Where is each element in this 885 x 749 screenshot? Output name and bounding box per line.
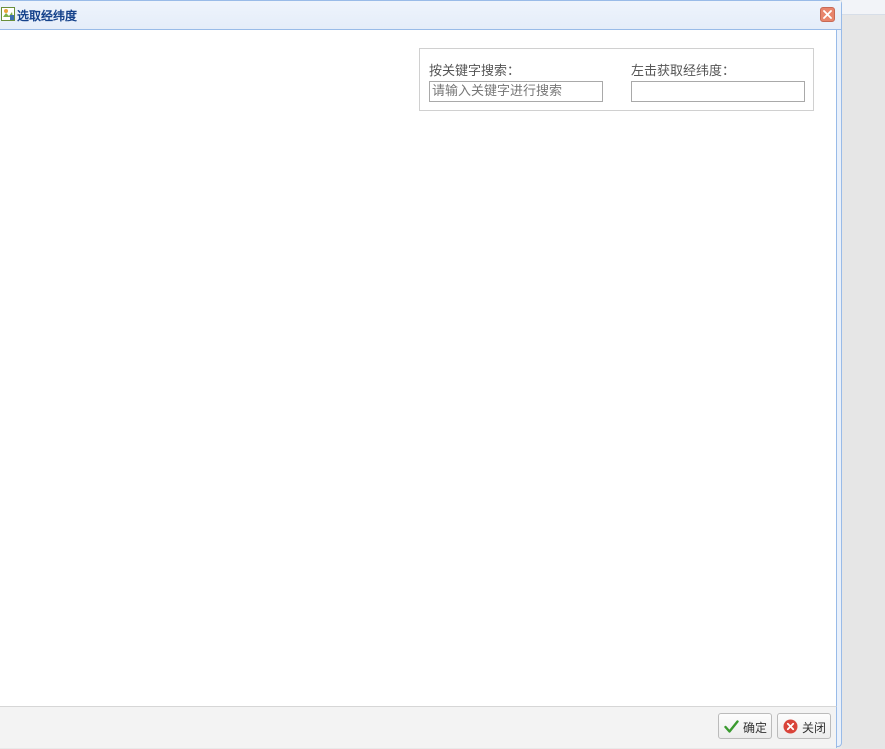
close-button-label: 关闭: [802, 721, 827, 735]
check-icon: [724, 719, 739, 734]
dialog-title: 选取经纬度: [17, 9, 78, 23]
latlng-input[interactable]: [631, 81, 805, 102]
map-pin-icon: [1, 7, 15, 21]
latlng-label: 左击获取经纬度：: [631, 64, 736, 79]
cancel-icon: [783, 719, 798, 734]
background-header-strip: [842, 0, 885, 15]
close-button[interactable]: 关闭: [777, 713, 831, 739]
search-panel: 按关键字搜索： 左击获取经纬度：: [419, 48, 814, 111]
dialog-titlebar[interactable]: 选取经纬度: [0, 1, 841, 30]
latlng-picker-dialog: 选取经纬度 按关键字搜索： 左击获取经纬度： 确定: [0, 0, 842, 748]
confirm-button[interactable]: 确定: [718, 713, 772, 739]
close-icon: [823, 10, 832, 19]
background-area: [842, 0, 885, 749]
dialog-footer: 确定 关闭: [0, 706, 837, 748]
keyword-search-input[interactable]: [429, 81, 603, 102]
map-area[interactable]: 按关键字搜索： 左击获取经纬度：: [0, 30, 837, 706]
confirm-button-label: 确定: [743, 721, 768, 735]
dialog-close-button[interactable]: [820, 7, 835, 22]
keyword-search-label: 按关键字搜索：: [429, 64, 521, 79]
